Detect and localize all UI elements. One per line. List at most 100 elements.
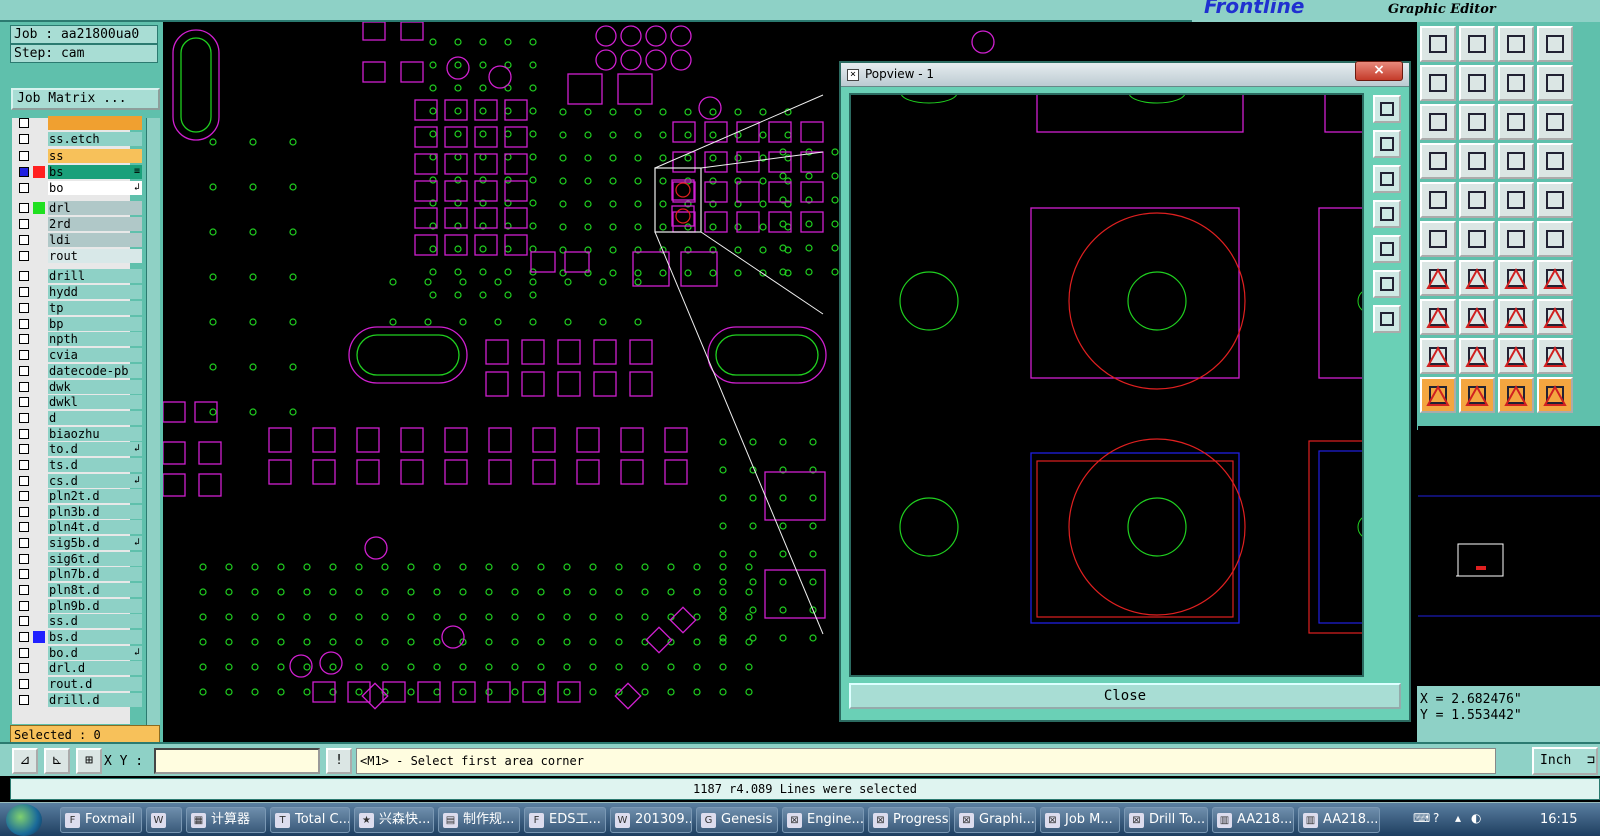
move-up-icon[interactable] xyxy=(1420,26,1456,62)
layer-row[interactable]: pln8t.d xyxy=(12,582,142,598)
units-selector[interactable]: Inch ⊐ xyxy=(1532,747,1598,775)
layer-row[interactable]: rout.d xyxy=(12,676,142,692)
layer-name[interactable]: ts.d xyxy=(48,458,142,472)
layer-row[interactable]: pln4t.d xyxy=(12,519,142,535)
layer-row[interactable]: tp xyxy=(12,300,142,316)
layer-row[interactable]: ldi xyxy=(12,232,142,248)
layer-name[interactable]: cs.d ↲ xyxy=(48,474,142,488)
layer-row[interactable]: drl.d xyxy=(12,660,142,676)
layer-row[interactable]: dwkl xyxy=(12,394,142,410)
job-matrix-button[interactable]: Job Matrix ... xyxy=(11,88,160,110)
layer-name[interactable]: npth xyxy=(48,332,142,346)
layer-row[interactable]: biaozhu xyxy=(12,426,142,442)
path-icon[interactable] xyxy=(1537,377,1573,413)
layer-row[interactable]: to.d ↲ xyxy=(12,441,142,457)
layer-row[interactable]: 2rd xyxy=(12,216,142,232)
line-red-icon[interactable] xyxy=(1420,260,1456,296)
taskbar-item[interactable]: ⊠ Drill To... xyxy=(1124,807,1208,833)
layer-checkbox[interactable] xyxy=(19,538,29,548)
text-a2-icon[interactable] xyxy=(1537,338,1573,374)
layer-row[interactable]: datecode-pb xyxy=(12,363,142,379)
layer-checkbox[interactable] xyxy=(19,648,29,658)
layer-checkbox[interactable] xyxy=(19,679,29,689)
layer-row[interactable]: hydd xyxy=(12,284,142,300)
layer-checkbox[interactable] xyxy=(19,334,29,344)
layer-name[interactable]: drl xyxy=(48,201,142,215)
layer-checkbox[interactable] xyxy=(19,382,29,392)
layer-checkbox[interactable] xyxy=(19,616,29,626)
layer-name[interactable]: bs.d xyxy=(48,630,142,644)
layer-row[interactable]: bs ≡ xyxy=(12,164,142,180)
tray-arrow-icon[interactable]: ▴ xyxy=(1455,811,1461,825)
move-left-icon[interactable] xyxy=(1420,65,1456,101)
layer-name[interactable]: bo ↲ xyxy=(48,181,142,195)
scale-icon[interactable] xyxy=(1498,104,1534,140)
layer-checkbox[interactable] xyxy=(19,235,29,245)
layer-checkbox[interactable] xyxy=(19,183,29,193)
layer-name[interactable]: pln9b.d xyxy=(48,599,142,613)
layer-checkbox[interactable] xyxy=(19,413,29,423)
layer-row[interactable]: drill xyxy=(12,268,142,284)
layer-list[interactable]: ss.etch ss bs ≡ bo ↲ drl 2rd ldi rout drill hydd tp b… xyxy=(12,116,142,724)
layer-name[interactable]: drill.d xyxy=(48,693,142,707)
taskbar-item[interactable]: W 201309... xyxy=(610,807,692,833)
layer-checkbox[interactable] xyxy=(19,460,29,470)
pv-right-icon[interactable] xyxy=(1373,235,1401,263)
taskbar-item[interactable]: ▥ AA218... xyxy=(1298,807,1380,833)
layer-checkbox[interactable] xyxy=(19,663,29,673)
layer-row[interactable]: d xyxy=(12,410,142,426)
pick-icon[interactable] xyxy=(1420,182,1456,218)
rotate-icon[interactable] xyxy=(1537,26,1573,62)
layer-row[interactable]: ss.etch xyxy=(12,131,142,147)
help-icon[interactable] xyxy=(1537,104,1573,140)
layer-name[interactable]: to.d ↲ xyxy=(48,442,142,456)
xy-input[interactable] xyxy=(154,748,320,774)
snap-red-icon[interactable] xyxy=(1498,143,1534,179)
start-button[interactable] xyxy=(6,804,42,836)
layer-scrollbar[interactable] xyxy=(146,118,160,736)
layer-name[interactable]: tp xyxy=(48,301,142,315)
help-icon[interactable]: ? xyxy=(1433,811,1439,825)
pv-down-icon[interactable] xyxy=(1373,165,1401,193)
taskbar-item[interactable]: ⊠ Engine... xyxy=(782,807,864,833)
mid-icon[interactable] xyxy=(1498,299,1534,335)
layer-row[interactable]: npth xyxy=(12,331,142,347)
layer-checkbox[interactable] xyxy=(19,287,29,297)
layer-name[interactable]: sig5b.d ↲ xyxy=(48,536,142,550)
layer-checkbox[interactable] xyxy=(19,507,29,517)
pointer3-icon[interactable] xyxy=(1498,377,1534,413)
layer-checkbox[interactable] xyxy=(19,554,29,564)
text-a-icon[interactable] xyxy=(1498,338,1534,374)
pv-center-icon[interactable] xyxy=(1373,305,1401,333)
layer-name[interactable]: bp xyxy=(48,317,142,331)
move-down-icon[interactable] xyxy=(1459,26,1495,62)
layer-row[interactable]: pln7b.d xyxy=(12,566,142,582)
layer-row[interactable]: sig5b.d ↲ xyxy=(12,535,142,551)
point-icon[interactable] xyxy=(1420,299,1456,335)
layer-row[interactable]: drl xyxy=(12,200,142,216)
taskbar-item[interactable]: ▦ 计算器 xyxy=(186,807,266,833)
layer-checkbox[interactable] xyxy=(19,476,29,486)
pointer2-icon[interactable] xyxy=(1459,377,1495,413)
record-icon[interactable] xyxy=(1537,182,1573,218)
slash-icon[interactable] xyxy=(1459,260,1495,296)
pointer-icon[interactable] xyxy=(1420,377,1456,413)
layer-checkbox[interactable] xyxy=(19,319,29,329)
layer-row[interactable]: pln2t.d xyxy=(12,488,142,504)
layer-row[interactable]: sig6t.d xyxy=(12,551,142,567)
layer-row[interactable]: dwk xyxy=(12,379,142,395)
line-icon[interactable] xyxy=(1459,299,1495,335)
layer-row[interactable]: bs.d xyxy=(12,629,142,645)
home-icon[interactable] xyxy=(1498,26,1534,62)
layer-row[interactable]: ss xyxy=(12,148,142,164)
layer-checkbox[interactable] xyxy=(19,522,29,532)
layer-name[interactable] xyxy=(48,116,142,130)
taskbar-item[interactable]: ★ 兴森快... xyxy=(354,807,434,833)
popview-close-button[interactable]: Close xyxy=(849,683,1401,709)
layer-checkbox[interactable] xyxy=(19,151,29,161)
popview-close-x-button[interactable]: × xyxy=(1355,61,1403,81)
layer-name[interactable]: sig6t.d xyxy=(48,552,142,566)
layer-checkbox[interactable] xyxy=(19,366,29,376)
layer-checkbox[interactable] xyxy=(19,134,29,144)
triangle-icon[interactable] xyxy=(1420,338,1456,374)
